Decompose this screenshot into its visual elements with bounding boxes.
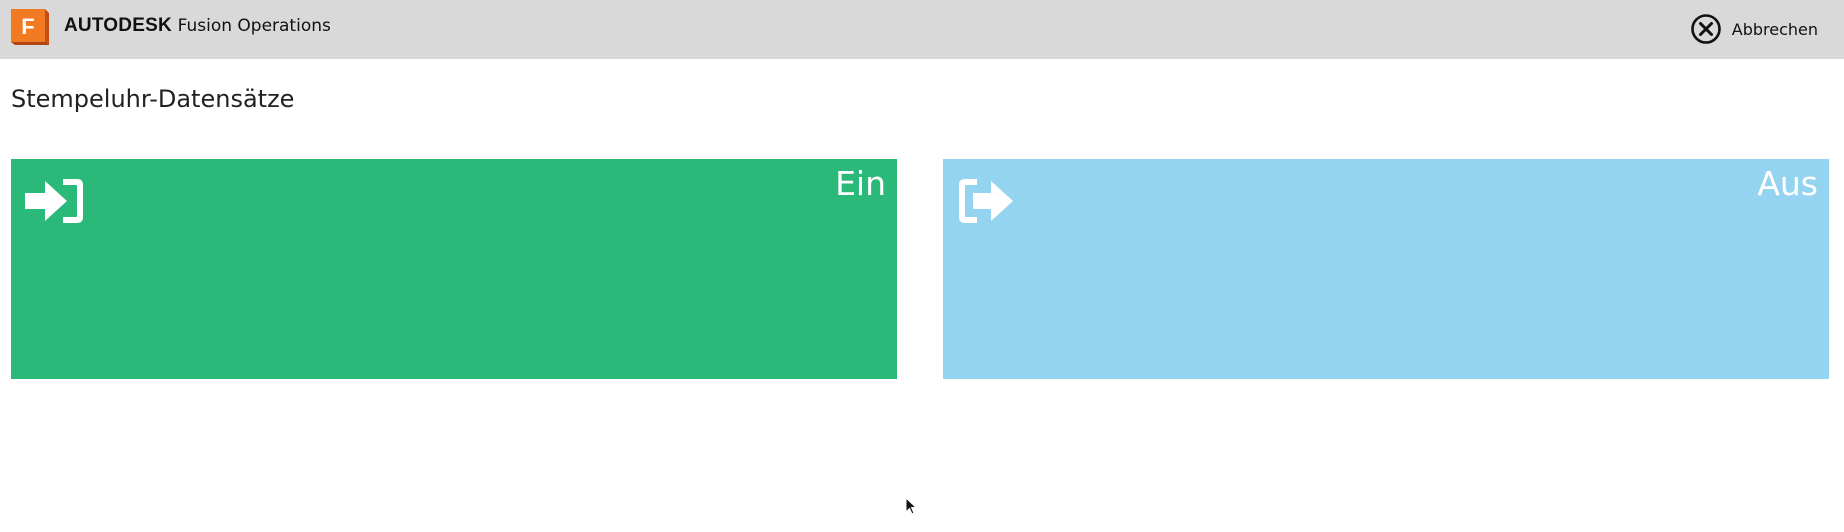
clock-in-label: Ein: [835, 164, 886, 203]
logo-letter: F: [21, 14, 34, 39]
sign-in-icon: [25, 179, 83, 223]
top-bar: F AUTODESK Fusion Operations Abbrechen: [0, 0, 1844, 59]
clock-out-label: Aus: [1757, 164, 1818, 203]
autodesk-fusion-logo-icon: F: [11, 9, 49, 45]
cancel-button[interactable]: Abbrechen: [1690, 13, 1818, 45]
clock-in-tile[interactable]: Ein: [11, 159, 897, 379]
product-name: Fusion Operations: [177, 16, 331, 36]
sign-out-icon: [959, 179, 1013, 223]
app-title: AUTODESK Fusion Operations: [64, 14, 331, 38]
clock-out-tile[interactable]: Aus: [943, 159, 1829, 379]
cancel-label: Abbrechen: [1731, 19, 1818, 39]
brand-name: AUTODESK: [64, 15, 172, 36]
page-title: Stempeluhr-Datensätze: [11, 85, 295, 113]
mouse-pointer-icon: [905, 497, 917, 515]
close-circle-icon: [1690, 14, 1721, 44]
